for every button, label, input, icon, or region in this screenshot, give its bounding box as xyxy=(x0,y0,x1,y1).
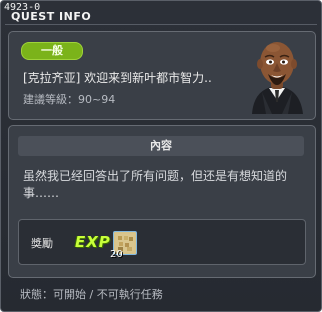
content-header: 內容 xyxy=(18,136,304,156)
quest-name: [克拉齐亚] 欢迎来到新叶都市智力.. xyxy=(23,71,212,85)
reward-label: 獎勵 xyxy=(31,237,53,250)
quest-content-panel: 內容 虽然我已经回答出了所有问题，但还是有想知道的事…… 獎勵 EXP 20 xyxy=(8,125,316,278)
window-title: QUEST INFO xyxy=(11,10,92,23)
reward-item-quantity: 20 xyxy=(110,249,123,260)
quest-status: 狀態：可開始 / 不可執行任務 xyxy=(20,288,163,301)
exp-reward-icon: EXP xyxy=(75,233,111,251)
npc-portrait xyxy=(252,42,303,114)
recommended-level: 建議等級：90~94 xyxy=(23,93,116,106)
quest-description: 虽然我已经回答出了所有问题，但还是有想知道的事…… xyxy=(23,169,288,200)
quest-info-window: 4923-0 QUEST INFO 一般 [克拉齐亚] 欢迎来到新叶都市智力..… xyxy=(0,0,322,312)
title-divider xyxy=(5,24,317,25)
quest-summary-panel: 一般 [克拉齐亚] 欢迎来到新叶都市智力.. 建議等級：90~94 xyxy=(8,31,316,120)
category-badge: 一般 xyxy=(21,42,83,60)
reward-box: 獎勵 EXP 20 xyxy=(18,219,306,265)
